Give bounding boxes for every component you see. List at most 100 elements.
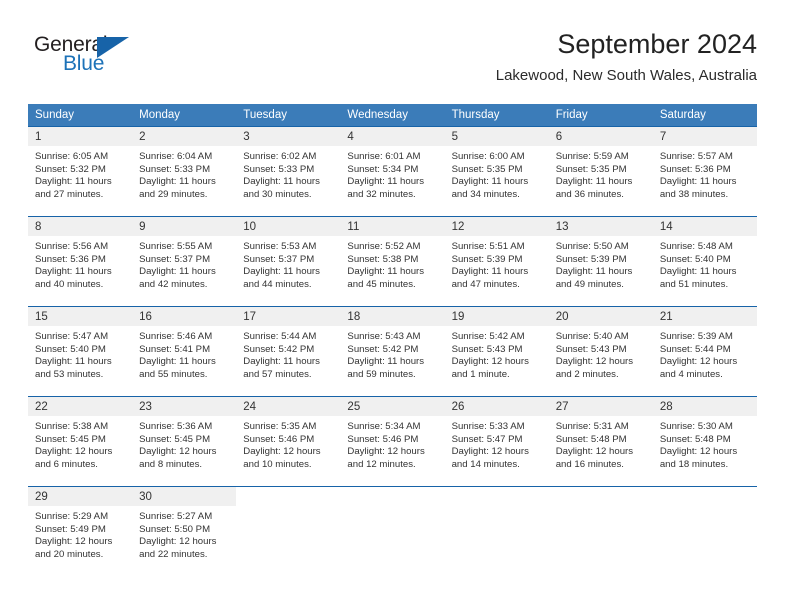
calendar-body: 1 Sunrise: 6:05 AM Sunset: 5:32 PM Daylight… xyxy=(28,126,757,577)
calendar-day-cell[interactable]: 25 Sunrise: 5:34 AM Sunset: 5:46 PM Dayligh… xyxy=(340,396,445,487)
sunset-time: Sunset: 5:38 PM xyxy=(347,253,419,265)
daylight-duration-line2: and 4 minutes. xyxy=(659,368,723,380)
weekday-header-monday: Monday xyxy=(132,104,237,127)
sunset-time: Sunset: 5:41 PM xyxy=(139,343,211,355)
weekday-header-wednesday: Wednesday xyxy=(340,104,445,127)
sunrise-time: Sunrise: 5:30 AM xyxy=(659,421,733,432)
sunrise-time: Sunrise: 5:33 AM xyxy=(451,421,525,432)
calendar-day-cell[interactable]: 21 Sunrise: 5:39 AM Sunset: 5:44 PM Dayligh… xyxy=(652,306,757,397)
daylight-duration-line1: Daylight: 11 hours xyxy=(35,176,112,188)
day-details: Sunrise: 6:05 AM Sunset: 5:32 PM Daylight:… xyxy=(28,146,132,201)
sunrise-time: Sunrise: 5:47 AM xyxy=(35,331,109,342)
daylight-duration-line2: and 20 minutes. xyxy=(35,548,104,560)
calendar-day-cell[interactable]: 5 Sunrise: 6:00 AM Sunset: 5:35 PM Daylight… xyxy=(444,126,549,217)
calendar-day-cell[interactable]: 18 Sunrise: 5:43 AM Sunset: 5:42 PM Dayligh… xyxy=(340,306,445,397)
sunset-time: Sunset: 5:35 PM xyxy=(555,163,627,175)
calendar-week-row: 29 Sunrise: 5:29 AM Sunset: 5:49 PM Dayligh… xyxy=(28,486,757,577)
day-number: 29 xyxy=(28,487,133,506)
day-number: 2 xyxy=(132,127,237,146)
calendar-day-cell[interactable]: 17 Sunrise: 5:44 AM Sunset: 5:42 PM Dayligh… xyxy=(236,306,341,397)
sunrise-time: Sunrise: 5:42 AM xyxy=(451,331,525,342)
calendar-day-cell[interactable]: 20 Sunrise: 5:40 AM Sunset: 5:43 PM Dayligh… xyxy=(548,306,653,397)
daylight-duration-line2: and 10 minutes. xyxy=(243,458,312,470)
day-number: 21 xyxy=(652,307,757,326)
daylight-duration-line2: and 47 minutes. xyxy=(451,278,520,290)
sunset-time: Sunset: 5:36 PM xyxy=(659,163,731,175)
calendar-day-cell[interactable]: 22 Sunrise: 5:38 AM Sunset: 5:45 PM Dayligh… xyxy=(28,396,133,487)
calendar-day-cell[interactable]: 16 Sunrise: 5:46 AM Sunset: 5:41 PM Dayligh… xyxy=(132,306,237,397)
calendar-day-cell[interactable]: 13 Sunrise: 5:50 AM Sunset: 5:39 PM Dayligh… xyxy=(548,216,653,307)
calendar-day-cell[interactable]: 30 Sunrise: 5:27 AM Sunset: 5:50 PM Dayligh… xyxy=(132,486,237,577)
daylight-duration-line1: Daylight: 11 hours xyxy=(347,176,425,188)
daylight-duration-line1: Daylight: 12 hours xyxy=(555,356,634,368)
sunset-time: Sunset: 5:45 PM xyxy=(35,433,106,445)
weekday-header-friday: Friday xyxy=(548,104,653,127)
calendar-day-cell[interactable]: 1 Sunrise: 6:05 AM Sunset: 5:32 PM Daylight… xyxy=(28,126,133,217)
general-blue-logo[interactable]: General Blue xyxy=(34,34,174,82)
daylight-duration-line1: Daylight: 12 hours xyxy=(35,536,113,548)
calendar-day-cell[interactable]: 27 Sunrise: 5:31 AM Sunset: 5:48 PM Dayligh… xyxy=(548,396,653,487)
calendar-day-cell[interactable]: 11 Sunrise: 5:52 AM Sunset: 5:38 PM Dayligh… xyxy=(340,216,445,307)
sunrise-time: Sunrise: 6:00 AM xyxy=(451,151,525,162)
sunrise-time: Sunrise: 5:52 AM xyxy=(347,241,421,252)
calendar-day-cell[interactable]: 15 Sunrise: 5:47 AM Sunset: 5:40 PM Dayligh… xyxy=(28,306,133,397)
sunrise-time: Sunrise: 5:59 AM xyxy=(555,151,629,162)
logo-text-blue: Blue xyxy=(63,52,105,75)
sunset-time: Sunset: 5:43 PM xyxy=(555,343,627,355)
sunrise-time: Sunrise: 5:51 AM xyxy=(451,241,525,252)
sunrise-time: Sunrise: 5:44 AM xyxy=(243,331,317,342)
sunset-time: Sunset: 5:32 PM xyxy=(35,163,106,175)
daylight-duration-line1: Daylight: 11 hours xyxy=(139,266,216,278)
calendar-day-cell[interactable]: 6 Sunrise: 5:59 AM Sunset: 5:35 PM Daylight… xyxy=(548,126,653,217)
calendar-day-cell[interactable]: 3 Sunrise: 6:02 AM Sunset: 5:33 PM Daylight… xyxy=(236,126,341,217)
weekday-header-sunday: Sunday xyxy=(28,104,133,127)
daylight-duration-line1: Daylight: 11 hours xyxy=(451,266,529,278)
daylight-duration-line2: and 59 minutes. xyxy=(347,368,416,380)
calendar-day-cell[interactable]: 24 Sunrise: 5:35 AM Sunset: 5:46 PM Dayligh… xyxy=(236,396,341,487)
day-number: 16 xyxy=(132,307,237,326)
calendar-day-cell[interactable]: 12 Sunrise: 5:51 AM Sunset: 5:39 PM Dayligh… xyxy=(444,216,549,307)
day-number: 30 xyxy=(132,487,237,506)
day-number: 9 xyxy=(132,217,237,236)
day-details: Sunrise: 5:51 AM Sunset: 5:39 PM Daylight:… xyxy=(445,236,549,291)
daylight-duration-line2: and 38 minutes. xyxy=(659,188,729,200)
calendar-day-cell[interactable]: 23 Sunrise: 5:36 AM Sunset: 5:45 PM Dayligh… xyxy=(132,396,237,487)
calendar-day-cell[interactable]: 28 Sunrise: 5:30 AM Sunset: 5:48 PM Dayligh… xyxy=(652,396,757,487)
calendar-day-cell[interactable]: 9 Sunrise: 5:55 AM Sunset: 5:37 PM Daylight… xyxy=(132,216,237,307)
calendar-day-cell[interactable]: 7 Sunrise: 5:57 AM Sunset: 5:36 PM Daylight… xyxy=(652,126,757,217)
daylight-duration-line1: Daylight: 12 hours xyxy=(243,446,321,458)
day-number: 3 xyxy=(236,127,341,146)
sunset-time: Sunset: 5:39 PM xyxy=(555,253,627,265)
sunrise-time: Sunrise: 5:38 AM xyxy=(35,421,109,432)
daylight-duration-line1: Daylight: 12 hours xyxy=(659,356,738,368)
calendar-empty-cell xyxy=(340,486,445,577)
daylight-duration-line1: Daylight: 12 hours xyxy=(139,536,217,548)
day-details: Sunrise: 5:36 AM Sunset: 5:45 PM Daylight:… xyxy=(132,416,236,471)
calendar-day-cell[interactable]: 19 Sunrise: 5:42 AM Sunset: 5:43 PM Dayligh… xyxy=(444,306,549,397)
sunset-time: Sunset: 5:40 PM xyxy=(659,253,731,265)
sunset-time: Sunset: 5:44 PM xyxy=(659,343,731,355)
day-details: Sunrise: 5:55 AM Sunset: 5:37 PM Daylight:… xyxy=(132,236,236,291)
sunset-time: Sunset: 5:39 PM xyxy=(451,253,523,265)
daylight-duration-line1: Daylight: 11 hours xyxy=(451,176,529,188)
sunset-time: Sunset: 5:37 PM xyxy=(139,253,211,265)
calendar-day-cell[interactable]: 4 Sunrise: 6:01 AM Sunset: 5:34 PM Daylight… xyxy=(340,126,445,217)
calendar-day-cell[interactable]: 2 Sunrise: 6:04 AM Sunset: 5:33 PM Daylight… xyxy=(132,126,237,217)
calendar-day-cell[interactable]: 10 Sunrise: 5:53 AM Sunset: 5:37 PM Dayligh… xyxy=(236,216,341,307)
sunset-time: Sunset: 5:50 PM xyxy=(139,523,211,535)
sunrise-time: Sunrise: 5:40 AM xyxy=(555,331,629,342)
calendar-day-cell[interactable]: 26 Sunrise: 5:33 AM Sunset: 5:47 PM Dayligh… xyxy=(444,396,549,487)
sunset-time: Sunset: 5:43 PM xyxy=(451,343,523,355)
day-details: Sunrise: 5:38 AM Sunset: 5:45 PM Daylight:… xyxy=(28,416,132,471)
sunset-time: Sunset: 5:46 PM xyxy=(243,433,315,445)
calendar-day-cell[interactable]: 29 Sunrise: 5:29 AM Sunset: 5:49 PM Dayligh… xyxy=(28,486,133,577)
daylight-duration-line2: and 42 minutes. xyxy=(139,278,208,290)
sunset-time: Sunset: 5:48 PM xyxy=(659,433,731,445)
daylight-duration-line1: Daylight: 12 hours xyxy=(347,446,425,458)
day-number: 26 xyxy=(444,397,549,416)
weekday-header-thursday: Thursday xyxy=(444,104,549,127)
calendar-day-cell[interactable]: 8 Sunrise: 5:56 AM Sunset: 5:36 PM Daylight… xyxy=(28,216,133,307)
calendar-day-cell[interactable]: 14 Sunrise: 5:48 AM Sunset: 5:40 PM Dayligh… xyxy=(652,216,757,307)
sunrise-time: Sunrise: 5:27 AM xyxy=(139,511,213,522)
sunrise-time: Sunrise: 5:29 AM xyxy=(35,511,109,522)
